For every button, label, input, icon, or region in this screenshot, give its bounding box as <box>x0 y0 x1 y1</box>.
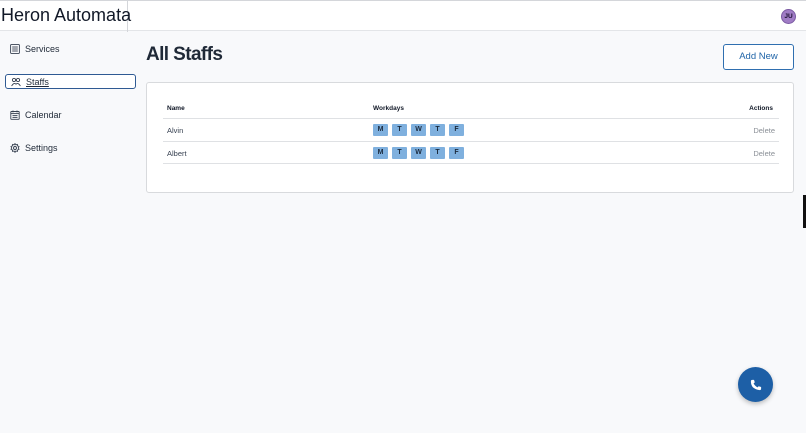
sidebar-item-label: Services <box>25 43 60 54</box>
add-new-button[interactable]: Add New <box>723 44 794 70</box>
workdays: M T W T F <box>373 147 464 159</box>
workday-chip: F <box>449 124 464 136</box>
staff-name: Albert <box>167 149 187 158</box>
staff-table-card: Name Workdays Actions Alvin M T W T F De… <box>146 82 794 193</box>
sidebar-item-calendar[interactable]: Calendar <box>5 107 136 122</box>
sidebar-item-label: Calendar <box>25 109 62 120</box>
calendar-icon <box>10 110 20 120</box>
call-button[interactable] <box>738 367 773 402</box>
workday-chip: F <box>449 147 464 159</box>
people-icon <box>11 77 21 86</box>
workday-chip: M <box>373 124 388 136</box>
phone-icon <box>750 379 761 390</box>
workday-chip: T <box>430 124 445 136</box>
workday-chip: T <box>392 147 407 159</box>
sidebar: Services Staffs Calendar Settings <box>0 31 140 433</box>
column-header-workdays: Workdays <box>373 105 404 112</box>
page-title: All Staffs <box>146 44 223 65</box>
workday-chip: T <box>392 124 407 136</box>
sidebar-item-services[interactable]: Services <box>5 41 136 56</box>
delete-button[interactable]: Delete <box>753 149 775 158</box>
sidebar-item-label: Settings <box>25 142 58 153</box>
staff-name: Alvin <box>167 126 184 135</box>
sidebar-item-staffs[interactable]: Staffs <box>5 74 136 89</box>
list-icon <box>10 43 20 54</box>
table-row: Alvin M T W T F Delete <box>163 118 779 141</box>
workday-chip: T <box>430 147 445 159</box>
table-row: Albert M T W T F Delete <box>163 141 779 164</box>
sidebar-item-label: Staffs <box>26 76 49 87</box>
sidebar-item-settings[interactable]: Settings <box>5 140 136 155</box>
user-avatar[interactable]: JU <box>781 9 796 24</box>
workdays: M T W T F <box>373 124 464 136</box>
workday-chip: W <box>411 147 426 159</box>
delete-button[interactable]: Delete <box>753 126 775 135</box>
column-header-actions: Actions <box>749 105 773 112</box>
workday-chip: M <box>373 147 388 159</box>
app-brand[interactable]: Heron Automata <box>0 1 131 32</box>
gear-icon <box>10 142 20 153</box>
top-bar: Heron Automata JU <box>0 0 806 32</box>
column-header-name: Name <box>167 105 185 112</box>
workday-chip: W <box>411 124 426 136</box>
